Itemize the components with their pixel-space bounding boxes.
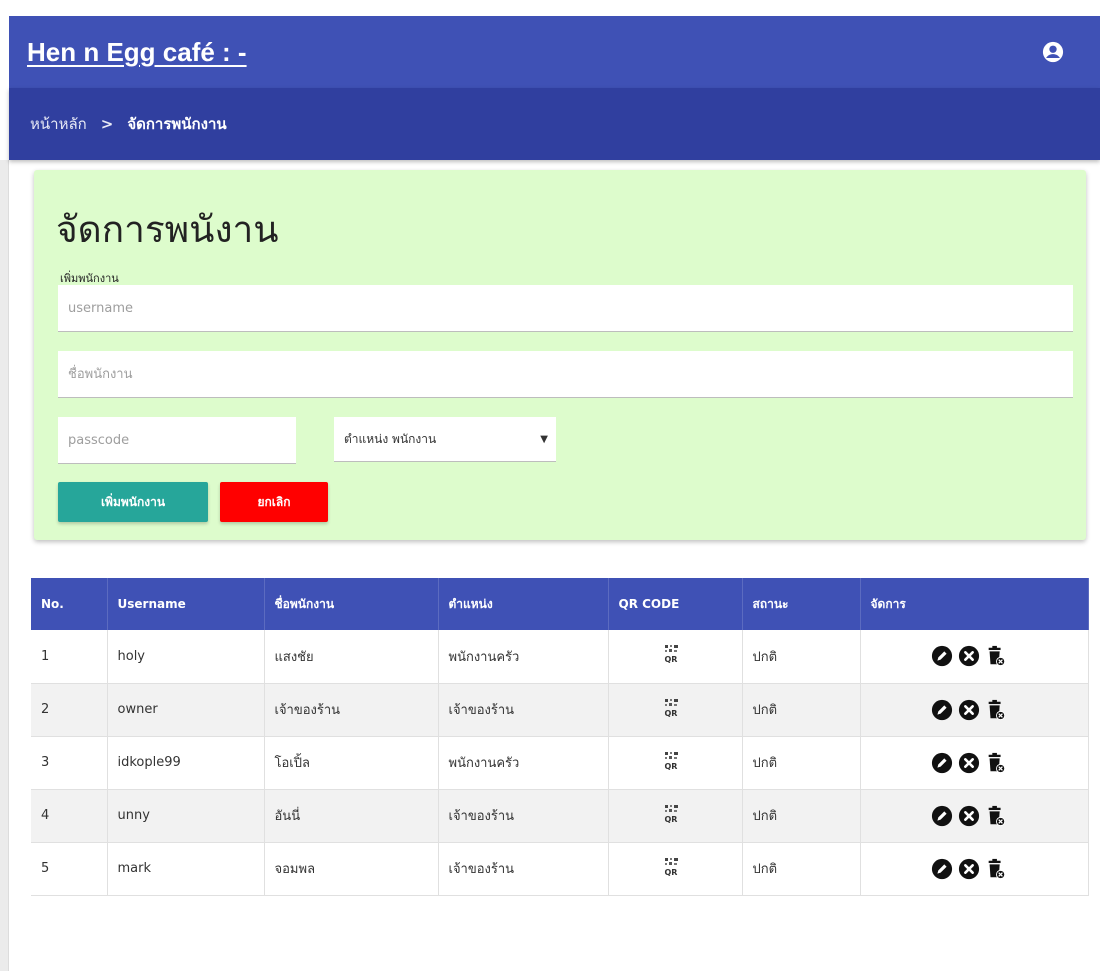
delete-icon[interactable] <box>985 699 1007 721</box>
header-staff-name: ชื่อพนักงาน <box>264 578 439 630</box>
breadcrumb: หน้าหลัก > จัดการพนักงาน <box>9 88 1100 160</box>
cancel-circle-icon[interactable] <box>958 699 980 721</box>
app-title-link[interactable]: Hen n Egg café : - <box>27 37 247 68</box>
cancel-circle-icon[interactable] <box>958 858 980 880</box>
table-row: 1 holy แสงชัย พนักงานครัว QR ปกติ <box>31 630 1089 684</box>
dropdown-arrow-icon: ▼ <box>540 433 548 445</box>
cell-staff-name: จอมพล <box>264 842 439 896</box>
cell-position: เจ้าของร้าน <box>438 789 609 843</box>
cell-actions <box>860 683 1089 737</box>
header-qr-code: QR CODE <box>608 578 743 630</box>
cell-username: owner <box>107 683 265 737</box>
table-row: 5 mark จอมพล เจ้าของร้าน QR ปกติ <box>31 842 1089 896</box>
table-row: 3 idkople99 โอเปิ้ล พนักงานครัว QR ปกติ <box>31 736 1089 790</box>
cell-username: holy <box>107 630 265 684</box>
cell-position: พนักงานครัว <box>438 630 609 684</box>
cell-actions <box>860 630 1089 684</box>
cell-position: เจ้าของร้าน <box>438 842 609 896</box>
header-manage: จัดการ <box>860 578 1089 630</box>
table-header-row: No. Username ชื่อพนักงาน ตำแหน่ง QR CODE… <box>31 578 1089 630</box>
cell-qr-code: QR <box>608 842 743 896</box>
position-select[interactable]: ตำแหน่ง พนักงาน ▼ <box>334 417 556 462</box>
cell-status: ปกติ <box>742 789 861 843</box>
cell-staff-name: แสงชัย <box>264 630 439 684</box>
cell-status: ปกติ <box>742 736 861 790</box>
delete-icon[interactable] <box>985 805 1007 827</box>
qr-code-icon[interactable]: QR <box>664 751 680 771</box>
cell-qr-code: QR <box>608 683 743 737</box>
header-no: No. <box>31 578 108 630</box>
left-edge-strip <box>0 160 9 971</box>
svg-text:QR: QR <box>664 868 677 877</box>
svg-text:QR: QR <box>664 709 677 718</box>
delete-icon[interactable] <box>985 752 1007 774</box>
cancel-circle-icon[interactable] <box>958 805 980 827</box>
breadcrumb-home[interactable]: หน้าหลัก <box>30 112 87 136</box>
edit-icon[interactable] <box>931 699 953 721</box>
passcode-input[interactable] <box>58 417 296 464</box>
edit-icon[interactable] <box>931 805 953 827</box>
cancel-circle-icon[interactable] <box>958 645 980 667</box>
staff-table: No. Username ชื่อพนักงาน ตำแหน่ง QR CODE… <box>31 578 1089 896</box>
cell-qr-code: QR <box>608 630 743 684</box>
edit-icon[interactable] <box>931 645 953 667</box>
svg-text:QR: QR <box>664 815 677 824</box>
position-select-value: ตำแหน่ง พนักงาน <box>344 431 437 446</box>
header-position: ตำแหน่ง <box>438 578 609 630</box>
delete-icon[interactable] <box>985 645 1007 667</box>
cell-staff-name: อันนี่ <box>264 789 439 843</box>
breadcrumb-current: จัดการพนักงาน <box>127 115 227 133</box>
add-staff-card: จัดการพนังาน เพิ่มพนักงาน ตำแหน่ง พนักงา… <box>34 170 1086 540</box>
cell-no: 1 <box>31 630 108 684</box>
delete-icon[interactable] <box>985 858 1007 880</box>
cell-no: 2 <box>31 683 108 737</box>
cell-no: 4 <box>31 789 108 843</box>
row-actions <box>931 645 1089 667</box>
edit-icon[interactable] <box>931 752 953 774</box>
svg-text:QR: QR <box>664 762 677 771</box>
staff-name-input[interactable] <box>58 351 1073 398</box>
qr-code-icon[interactable]: QR <box>664 804 680 824</box>
cell-username: idkople99 <box>107 736 265 790</box>
cell-status: ปกติ <box>742 842 861 896</box>
cell-actions <box>860 789 1089 843</box>
cancel-circle-icon[interactable] <box>958 752 980 774</box>
cell-position: เจ้าของร้าน <box>438 683 609 737</box>
header-status: สถานะ <box>742 578 861 630</box>
qr-code-icon[interactable]: QR <box>664 644 680 664</box>
svg-text:QR: QR <box>664 655 677 664</box>
cell-qr-code: QR <box>608 789 743 843</box>
page-heading: จัดการพนังาน <box>56 208 279 251</box>
header-username: Username <box>107 578 265 630</box>
row-actions <box>931 805 1089 827</box>
qr-code-icon[interactable]: QR <box>664 698 680 718</box>
cell-actions <box>860 736 1089 790</box>
cell-position: พนักงานครัว <box>438 736 609 790</box>
cell-status: ปกติ <box>742 683 861 737</box>
add-staff-button[interactable]: เพิ่มพนักงาน <box>58 482 208 522</box>
cell-no: 5 <box>31 842 108 896</box>
cell-staff-name: โอเปิ้ล <box>264 736 439 790</box>
username-input[interactable] <box>58 285 1073 332</box>
row-actions <box>931 858 1089 880</box>
cell-no: 3 <box>31 736 108 790</box>
table-row: 4 unny อันนี่ เจ้าของร้าน QR ปกติ <box>31 789 1089 843</box>
row-actions <box>931 699 1089 721</box>
cell-staff-name: เจ้าของร้าน <box>264 683 439 737</box>
cell-qr-code: QR <box>608 736 743 790</box>
table-row: 2 owner เจ้าของร้าน เจ้าของร้าน QR ปกติ <box>31 683 1089 737</box>
cell-status: ปกติ <box>742 630 861 684</box>
cancel-button[interactable]: ยกเลิก <box>220 482 328 522</box>
edit-icon[interactable] <box>931 858 953 880</box>
breadcrumb-separator: > <box>100 115 114 133</box>
cell-actions <box>860 842 1089 896</box>
qr-code-icon[interactable]: QR <box>664 857 680 877</box>
app-bar: Hen n Egg café : - <box>9 16 1100 88</box>
account-circle-icon[interactable] <box>1042 41 1064 63</box>
row-actions <box>931 752 1089 774</box>
cell-username: unny <box>107 789 265 843</box>
cell-username: mark <box>107 842 265 896</box>
